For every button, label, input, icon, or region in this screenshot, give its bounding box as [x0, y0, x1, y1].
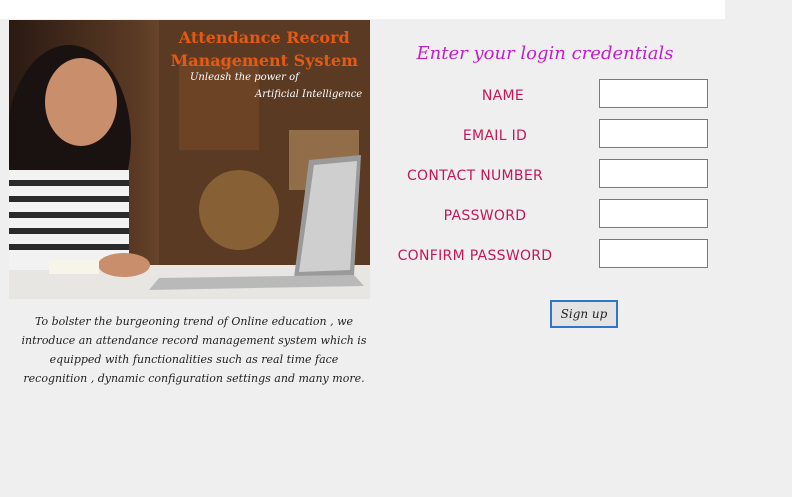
hero-image: Attendance Record Management System Unle… — [9, 20, 370, 299]
password-label: PASSWORD — [443, 208, 527, 224]
hero-tagline-line2: Artificial Intelligence — [255, 89, 363, 100]
email-label: EMAIL ID — [462, 128, 528, 144]
confirm-password-input[interactable] — [599, 239, 708, 268]
password-input[interactable] — [599, 199, 708, 228]
hero-title-line2: Management System — [170, 51, 358, 70]
hero-tagline-line1: Unleash the power of — [190, 72, 299, 83]
name-label: NAME — [481, 88, 525, 104]
hero-title: Attendance Record Management System — [170, 26, 358, 72]
form-heading: Enter your login credentials — [416, 43, 674, 64]
description-text: To bolster the burgeoning trend of Onlin… — [21, 315, 367, 385]
top-bar — [0, 0, 725, 19]
confirm-password-label: CONFIRM PASSWORD — [397, 248, 553, 264]
contact-number-input[interactable] — [599, 159, 708, 188]
name-input[interactable] — [599, 79, 708, 108]
sign-up-button[interactable]: Sign up — [550, 300, 618, 328]
contact-number-label: CONTACT NUMBER — [406, 168, 544, 184]
email-input[interactable] — [599, 119, 708, 148]
hero-title-line1: Attendance Record — [178, 28, 350, 47]
